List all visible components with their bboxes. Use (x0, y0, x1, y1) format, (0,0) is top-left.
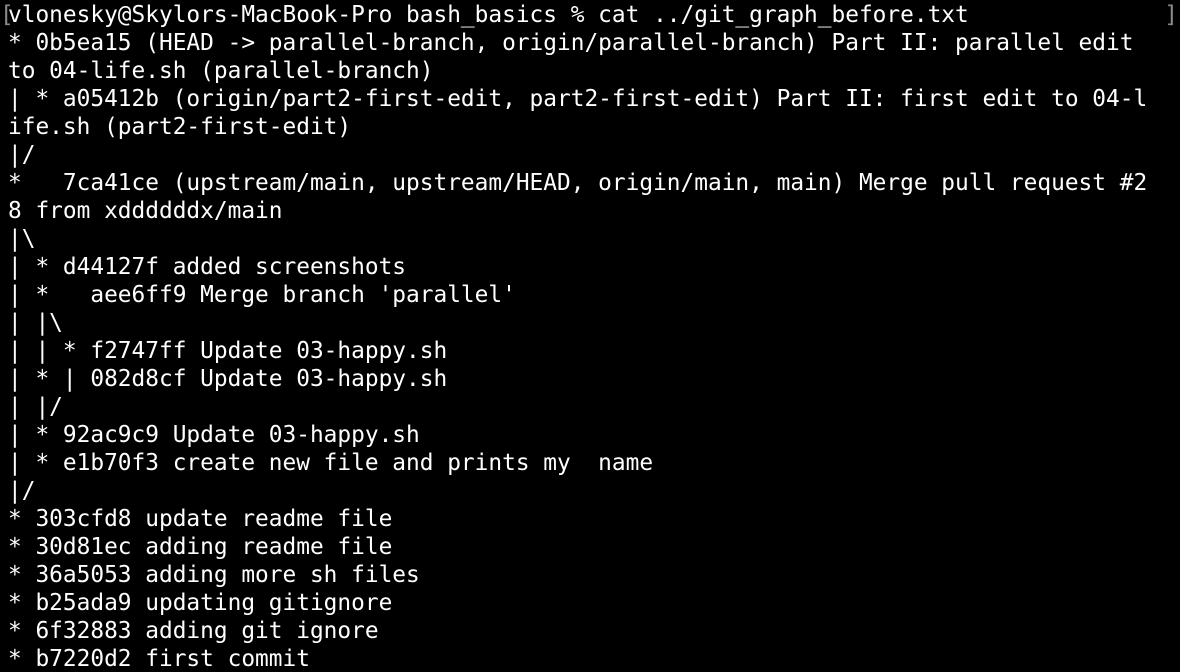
output-line: | * a05412b (origin/part2-first-edit, pa… (8, 86, 1148, 112)
output-line: * b7220d2 first commit (8, 646, 310, 672)
command-prompt-line: vlonesky@Skylors-MacBook-Pro bash_basics… (8, 2, 969, 28)
output-line: |/ (8, 142, 36, 168)
terminal-window[interactable]: [ ] vlonesky@Skylors-MacBook-Pro bash_ba… (0, 0, 1180, 672)
output-line: * 303cfd8 update readme file (8, 506, 393, 532)
terminal-output: vlonesky@Skylors-MacBook-Pro bash_basics… (8, 1, 1172, 672)
output-line: | * d44127f added screenshots (8, 254, 407, 280)
output-line: |\ (8, 226, 36, 252)
output-line: | * | 082d8cf Update 03-happy.sh (8, 366, 448, 392)
output-line: * 7ca41ce (upstream/main, upstream/HEAD,… (8, 170, 1148, 196)
output-line: | | * f2747ff Update 03-happy.sh (8, 338, 448, 364)
output-line: * 36a5053 adding more sh files (8, 562, 420, 588)
output-line: | * e1b70f3 create new file and prints m… (8, 450, 654, 476)
output-line: * 6f32883 adding git ignore (8, 618, 379, 644)
output-line: | |/ (8, 394, 63, 420)
output-line: * b25ada9 updating gitignore (8, 590, 393, 616)
output-line: 8 from xddddddx/main (8, 198, 283, 224)
output-line: | * 92ac9c9 Update 03-happy.sh (8, 422, 420, 448)
output-line: * 0b5ea15 (HEAD -> parallel-branch, orig… (8, 30, 1134, 56)
output-line: * 30d81ec adding readme file (8, 534, 393, 560)
output-line: ife.sh (part2-first-edit) (8, 114, 352, 140)
output-line: | |\ (8, 310, 63, 336)
output-line: | * aee6ff9 Merge branch 'parallel' (8, 282, 516, 308)
output-line: to 04-life.sh (parallel-branch) (8, 58, 434, 84)
output-line: |/ (8, 478, 36, 504)
